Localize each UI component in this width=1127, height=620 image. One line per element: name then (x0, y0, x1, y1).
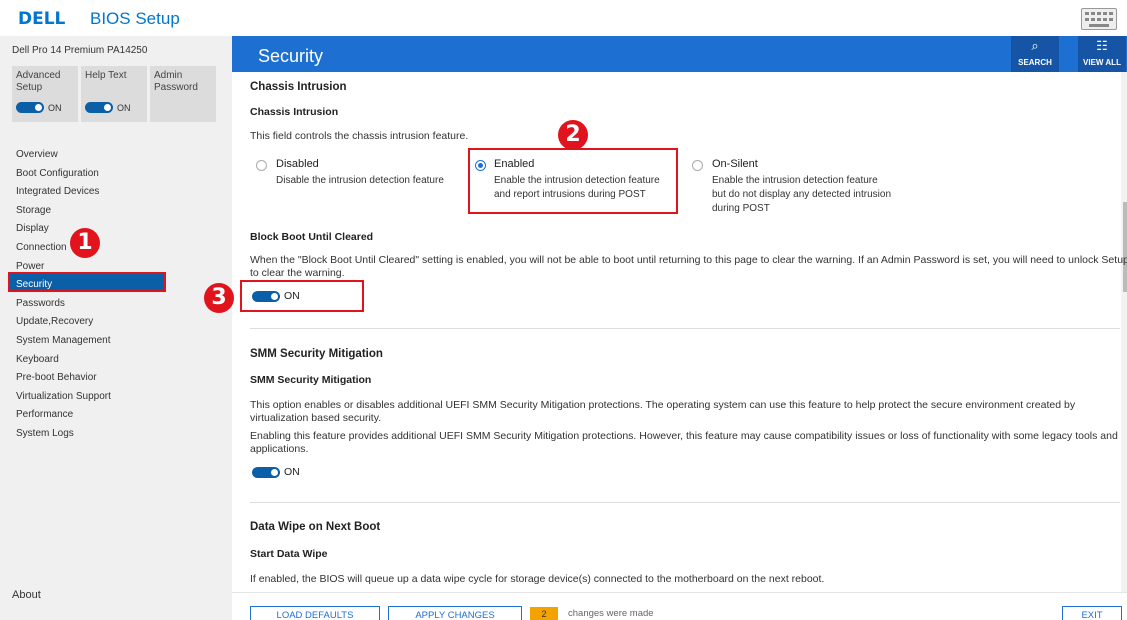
filter-list-icon: ☷ (1096, 38, 1108, 53)
smm-desc-line1: This option enables or disables addition… (250, 399, 1076, 411)
load-defaults-button[interactable]: LOAD DEFAULTS (250, 606, 380, 620)
changes-text: changes were made (568, 608, 654, 619)
page-title: Security (258, 46, 324, 66)
view-all-button[interactable]: ☷ VIEW ALL (1078, 36, 1126, 72)
radio-on-silent[interactable] (692, 160, 703, 171)
exit-button[interactable]: EXIT (1062, 606, 1122, 620)
section-heading-chassis-intrusion: Chassis Intrusion (250, 81, 347, 93)
block-boot-toggle[interactable]: ON (252, 290, 300, 302)
sidebar-item-update-recovery[interactable]: Update,Recovery (16, 313, 111, 332)
search-icon: ⌕ (1031, 38, 1039, 53)
smm-desc-line4: applications. (250, 443, 309, 455)
toggle-state: ON (284, 466, 300, 479)
sidebar-item-pre-boot-behavior[interactable]: Pre-boot Behavior (16, 369, 111, 388)
keyboard-icon[interactable] (1081, 8, 1117, 30)
help-text-option[interactable]: Help Text ON (81, 66, 147, 122)
search-button[interactable]: ⌕ SEARCH (1011, 36, 1059, 72)
sidebar-item-system-management[interactable]: System Management (16, 332, 111, 351)
radio-enabled[interactable] (475, 160, 486, 171)
radio-desc-enabled-line1: Enable the intrusion detection feature (494, 175, 660, 186)
footer-bar: LOAD DEFAULTS APPLY CHANGES 2 changes we… (232, 592, 1127, 620)
radio-label-enabled: Enabled (494, 158, 535, 170)
sidebar-item-passwords[interactable]: Passwords (16, 295, 111, 314)
dell-logo: DELL (18, 9, 66, 29)
option-label: Admin Password (154, 70, 198, 93)
data-wipe-desc: If enabled, the BIOS will queue up a dat… (250, 573, 825, 585)
radio-disabled[interactable] (256, 160, 267, 171)
radio-desc-on-silent-line1: Enable the intrusion detection feature (712, 175, 878, 186)
sidebar-item-keyboard[interactable]: Keyboard (16, 351, 111, 370)
page-header: Security ⌕ SEARCH ☷ VIEW ALL (232, 36, 1127, 72)
smm-desc-line3: Enabling this feature provides additiona… (250, 430, 1118, 442)
toggle-state: ON (284, 290, 300, 303)
model-name: Dell Pro 14 Premium PA14250 (12, 45, 148, 56)
advanced-setup-toggle[interactable]: ON (16, 102, 62, 114)
sidebar-item-storage[interactable]: Storage (16, 202, 111, 221)
apply-changes-button[interactable]: APPLY CHANGES (388, 606, 522, 620)
search-label: SEARCH (1018, 58, 1052, 67)
radio-desc-on-silent-line2: but do not display any detected intrusio… (712, 189, 892, 200)
advanced-setup-option[interactable]: Advanced Setup ON (12, 66, 78, 122)
toggle-state: ON (117, 102, 131, 113)
option-label: Help Text (85, 70, 127, 81)
settings-panel: Chassis Intrusion Chassis Intrusion This… (232, 72, 1127, 592)
nav-list: Overview Boot Configuration Integrated D… (16, 146, 111, 444)
scrollbar-thumb[interactable] (1123, 202, 1127, 292)
callout-marker-1: 1 (70, 228, 100, 258)
sidebar-item-overview[interactable]: Overview (16, 146, 111, 165)
sidebar-item-security[interactable]: Security (16, 276, 111, 295)
setting-title-chassis-intrusion: Chassis Intrusion (250, 106, 339, 118)
sidebar-item-performance[interactable]: Performance (16, 406, 111, 425)
section-heading-data-wipe: Data Wipe on Next Boot (250, 521, 381, 533)
smm-toggle[interactable]: ON (252, 466, 300, 478)
view-all-label: VIEW ALL (1083, 58, 1121, 67)
radio-desc-on-silent-line3: during POST (712, 203, 770, 214)
block-boot-desc-line2: to clear the warning. (250, 267, 345, 279)
radio-label-disabled: Disabled (276, 158, 319, 170)
setting-title-block-boot: Block Boot Until Cleared (250, 231, 374, 243)
option-label: Advanced Setup (16, 70, 61, 93)
smm-desc-line2: virtualization based security. (250, 412, 382, 424)
app-title: BIOS Setup (90, 9, 180, 28)
toggle-switch[interactable] (16, 102, 44, 114)
radio-label-on-silent: On-Silent (712, 158, 758, 170)
radio-desc-enabled-line2: and report intrusions during POST (494, 189, 646, 200)
sidebar-item-boot-configuration[interactable]: Boot Configuration (16, 165, 111, 184)
callout-marker-2: 2 (558, 120, 588, 150)
radio-desc-disabled: Disable the intrusion detection feature (276, 175, 444, 186)
scrollbar[interactable] (1121, 72, 1127, 592)
section-heading-smm: SMM Security Mitigation (250, 348, 383, 360)
about-link[interactable]: About (12, 589, 41, 601)
sidebar-item-system-logs[interactable]: System Logs (16, 425, 111, 444)
sidebar: Dell Pro 14 Premium PA14250 Advanced Set… (0, 36, 232, 620)
toggle-state: ON (48, 102, 62, 113)
setting-description: This field controls the chassis intrusio… (250, 130, 469, 142)
setting-title-start-data-wipe: Start Data Wipe (250, 548, 328, 560)
change-count-badge: 2 (530, 607, 558, 620)
sidebar-item-power[interactable]: Power (16, 258, 111, 277)
divider (250, 328, 1120, 329)
toggle-switch[interactable] (85, 102, 113, 114)
toggle-switch[interactable] (252, 466, 280, 478)
toggle-switch[interactable] (252, 290, 280, 302)
callout-marker-3: 3 (204, 283, 234, 313)
divider (250, 502, 1120, 503)
sidebar-item-virtualization-support[interactable]: Virtualization Support (16, 388, 111, 407)
sidebar-item-integrated-devices[interactable]: Integrated Devices (16, 183, 111, 202)
title-bar: DELL BIOS Setup (0, 0, 1127, 36)
setting-title-smm: SMM Security Mitigation (250, 374, 372, 386)
admin-password-option[interactable]: Admin Password (150, 66, 216, 122)
help-text-toggle[interactable]: ON (85, 102, 131, 114)
block-boot-desc-line1: When the "Block Boot Until Cleared" sett… (250, 254, 1127, 266)
